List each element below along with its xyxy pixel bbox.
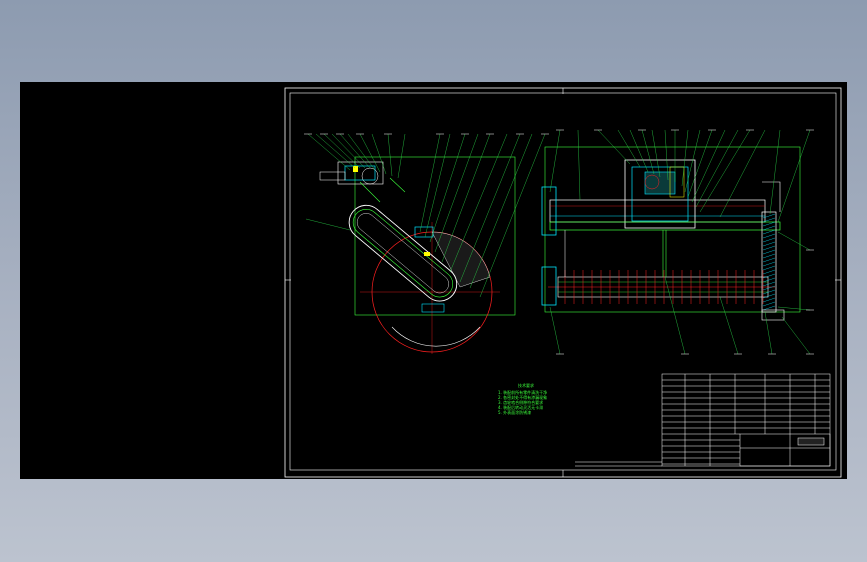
side-section-view [304, 133, 549, 354]
front-section-view [541, 129, 814, 355]
technical-requirements-notes: 技术要求 1. 装配前所有零件清洗干净 2. 各密封处不得有渗漏现象 3. 齿轮… [498, 382, 547, 415]
tech-note-5: 5. 外表面涂防锈漆 [498, 409, 531, 415]
drawing-frame [284, 87, 842, 478]
tech-notes-heading: 技术要求 [518, 382, 534, 388]
cad-viewport[interactable]: 技术要求 1. 装配前所有零件清洗干净 2. 各密封处不得有渗漏现象 3. 齿轮… [20, 82, 847, 479]
cad-drawing-sheet: 技术要求 1. 装配前所有零件清洗干净 2. 各密封处不得有渗漏现象 3. 齿轮… [284, 87, 842, 478]
title-block-table [575, 373, 831, 467]
